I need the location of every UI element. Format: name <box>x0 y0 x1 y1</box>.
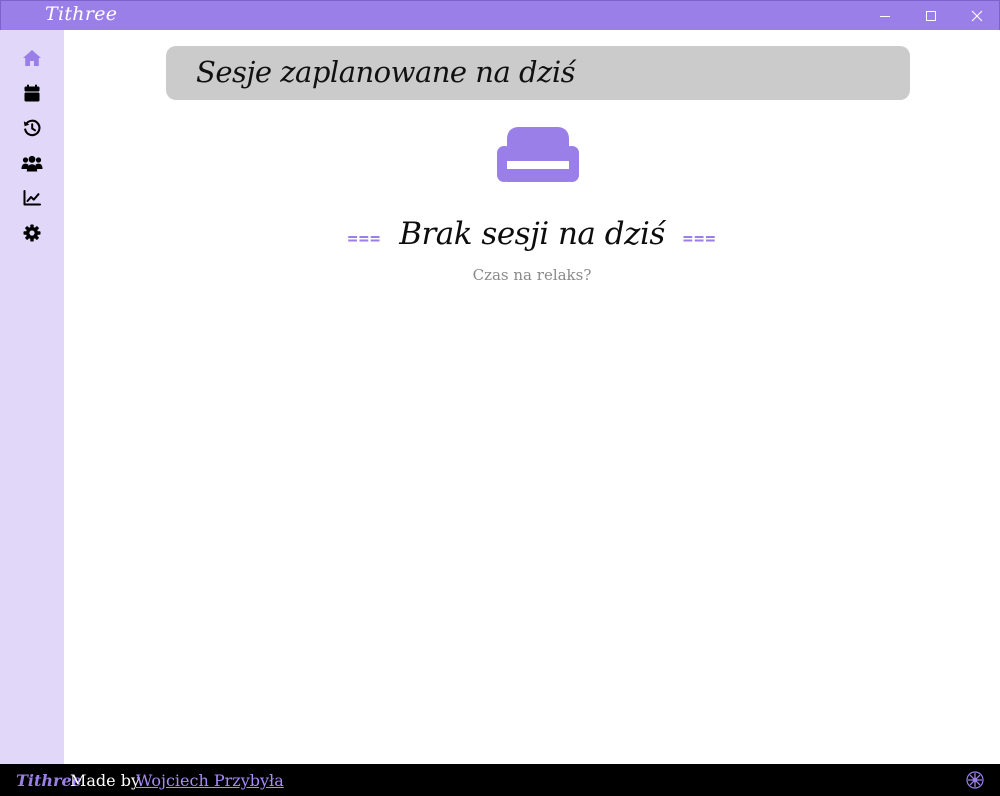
history-icon <box>23 119 41 137</box>
gear-icon <box>23 224 41 242</box>
sidebar-item-settings[interactable] <box>20 221 44 245</box>
page-header: Sesje zaplanowane na dziś <box>166 46 910 100</box>
footer: Tithree Made by Wojciech Przybyła <box>0 764 1000 796</box>
chart-line-icon <box>23 190 41 206</box>
maximize-icon <box>926 11 936 21</box>
home-icon <box>23 50 41 66</box>
close-button[interactable] <box>954 1 1000 31</box>
sidebar <box>0 30 64 764</box>
sidebar-item-stats[interactable] <box>20 186 44 210</box>
decoration-right: === <box>682 229 717 249</box>
main-content: Sesje zaplanowane na dziś === Brak sesji… <box>64 30 1000 764</box>
close-icon <box>971 10 983 22</box>
sidebar-item-home[interactable] <box>20 46 44 70</box>
empty-state-title: Brak sesji na dziś <box>399 216 665 252</box>
author-link[interactable]: Wojciech Przybyła <box>136 771 284 790</box>
empty-state-subtitle: Czas na relaks? <box>472 266 592 284</box>
footer-made-by: Made by <box>70 771 140 790</box>
empty-state-heading: === Brak sesji na dziś === <box>64 212 1000 256</box>
maximize-button[interactable] <box>908 1 954 31</box>
page-title: Sesje zaplanowane na dziś <box>196 55 575 89</box>
sofa-icon <box>497 127 579 182</box>
sidebar-item-calendar[interactable] <box>20 81 44 105</box>
minimize-icon <box>880 16 890 17</box>
app-title: Tithree <box>45 3 118 25</box>
calendar-icon <box>24 84 40 102</box>
sidebar-item-history[interactable] <box>20 116 44 140</box>
decoration-left: === <box>347 229 382 249</box>
minimize-button[interactable] <box>862 1 908 31</box>
empty-state-illustration <box>497 126 579 188</box>
title-bar: Tithree <box>0 0 1000 30</box>
users-icon <box>21 155 43 171</box>
flower-icon <box>966 771 984 789</box>
sidebar-item-clients[interactable] <box>20 151 44 175</box>
